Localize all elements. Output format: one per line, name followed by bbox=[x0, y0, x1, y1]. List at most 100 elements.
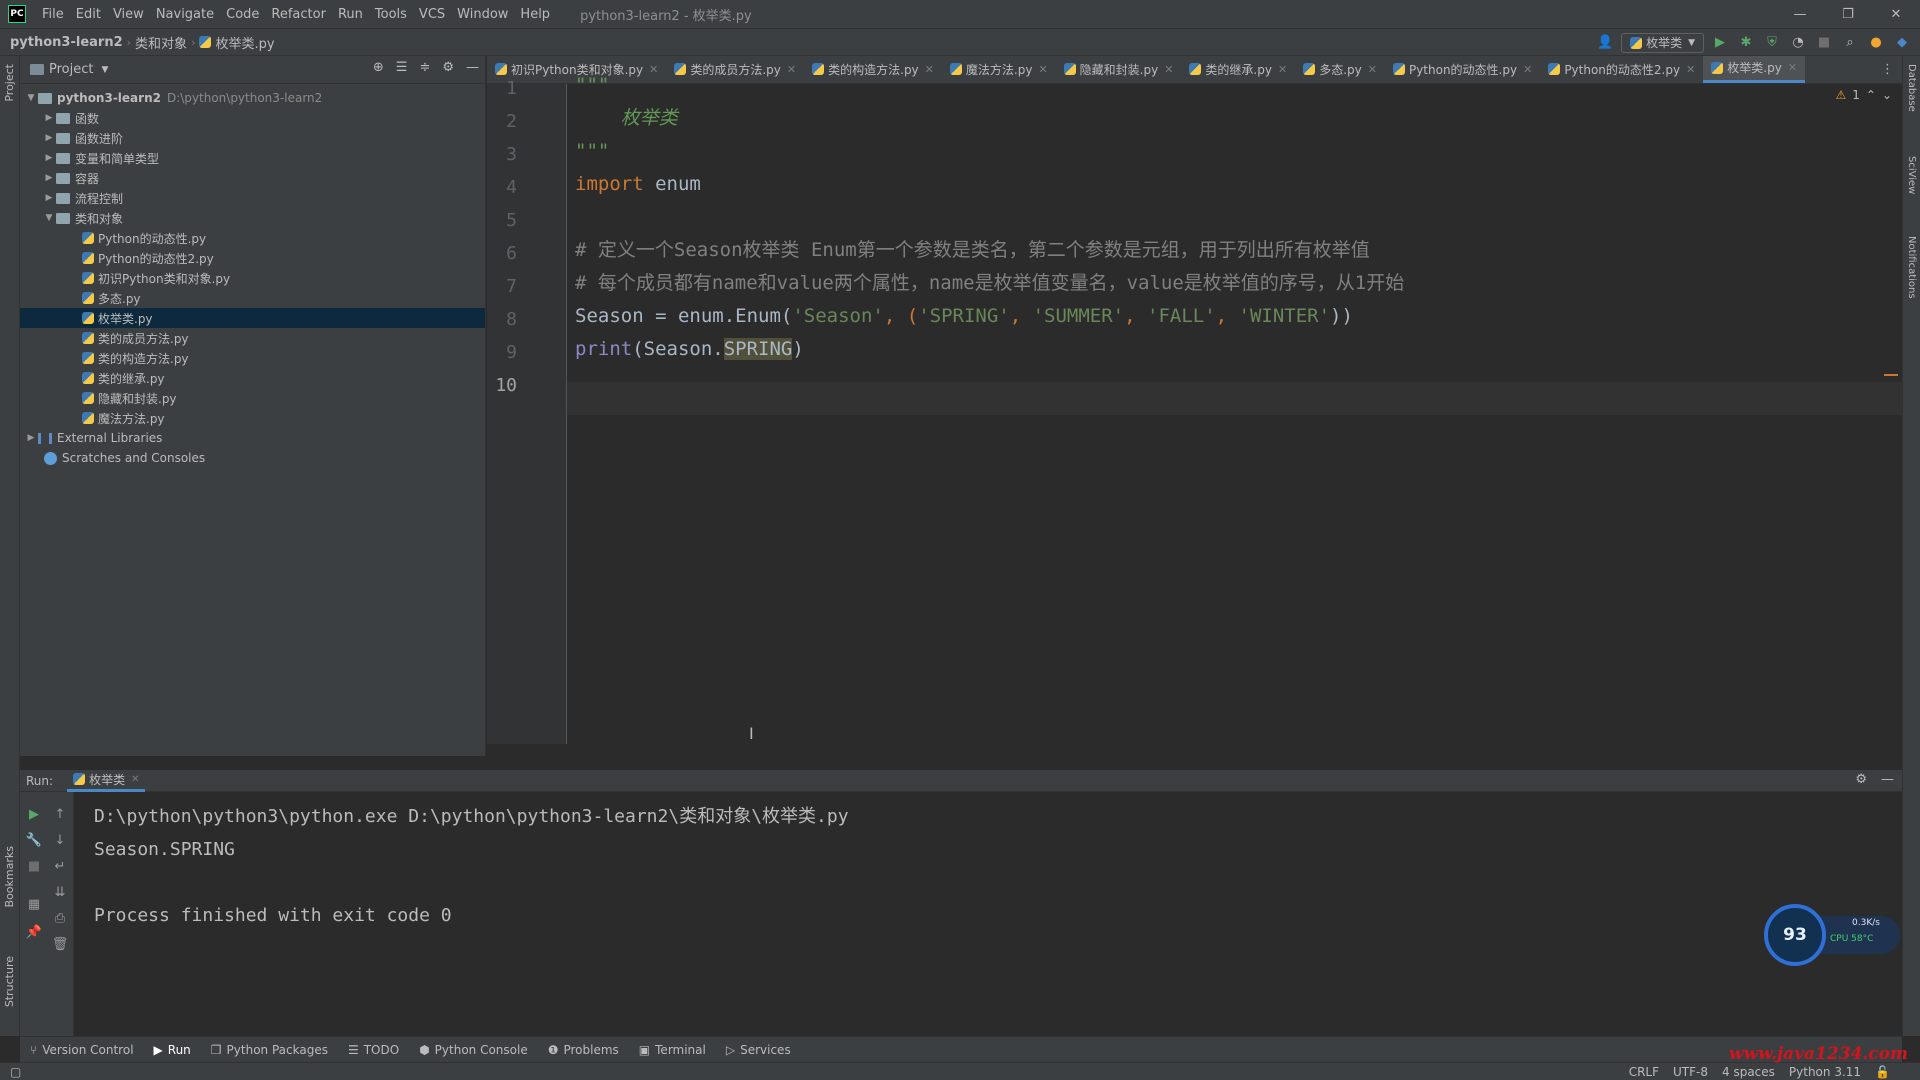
tree-file[interactable]: 类的成员方法.py bbox=[20, 328, 485, 348]
editor-tab[interactable]: Python的动态性.py ✕ bbox=[1385, 56, 1540, 83]
restore-icon[interactable]: ❐ bbox=[1824, 0, 1872, 28]
menu-run[interactable]: Run bbox=[332, 7, 369, 22]
breadcrumb-file[interactable]: 枚举类.py bbox=[195, 33, 278, 52]
soft-wrap-icon[interactable]: ↵ bbox=[52, 858, 68, 874]
tree-file[interactable]: 类的构造方法.py bbox=[20, 348, 485, 368]
pin-icon[interactable]: 📌 bbox=[26, 924, 42, 940]
collapse-all-icon[interactable]: ≑ bbox=[419, 60, 430, 75]
bookmarks-tool-button[interactable]: Bookmarks bbox=[3, 846, 16, 907]
lock-icon[interactable]: 🔓 bbox=[1875, 1065, 1890, 1079]
scrollbar-marker[interactable] bbox=[1884, 374, 1898, 376]
menu-window[interactable]: Window bbox=[451, 7, 514, 22]
chevron-right-icon[interactable]: ▶ bbox=[42, 153, 56, 163]
stop-icon[interactable]: ■ bbox=[26, 858, 42, 874]
sciview-tool-button[interactable]: SciView bbox=[1906, 156, 1917, 194]
notifications-tool-button[interactable]: Notifications bbox=[1906, 236, 1917, 299]
minimize-icon[interactable]: — bbox=[1776, 0, 1824, 28]
version-control-button[interactable]: ⑂ Version Control bbox=[20, 1043, 144, 1057]
editor-tab[interactable]: 类的成员方法.py ✕ bbox=[666, 56, 804, 83]
run-tool-button[interactable]: ▶ Run bbox=[144, 1043, 201, 1057]
search-icon[interactable]: ⌕ bbox=[1840, 33, 1860, 53]
editor-tab[interactable]: Python的动态性2.py ✕ bbox=[1540, 56, 1703, 83]
chevron-up-icon[interactable]: ⌃ bbox=[1866, 88, 1876, 102]
chevron-right-icon[interactable]: ▶ bbox=[24, 433, 38, 443]
more-tabs-icon[interactable]: ⋮ bbox=[1873, 56, 1902, 83]
close-tab-icon[interactable]: ✕ bbox=[649, 63, 658, 76]
tree-file[interactable]: 多态.py bbox=[20, 288, 485, 308]
problems-button[interactable]: ❶ Problems bbox=[538, 1043, 629, 1057]
tree-file[interactable]: 类的继承.py bbox=[20, 368, 485, 388]
terminal-button[interactable]: ▣ Terminal bbox=[629, 1043, 716, 1057]
chevron-right-icon[interactable]: ▶ bbox=[42, 193, 56, 203]
database-tool-button[interactable]: Database bbox=[1906, 64, 1917, 112]
tree-root[interactable]: ▼ python3-learn2 D:\python\python3-learn… bbox=[20, 88, 485, 108]
chevron-down-icon[interactable]: ▼ bbox=[42, 213, 56, 223]
profile-icon[interactable]: ◔ bbox=[1788, 33, 1808, 53]
close-tab-icon[interactable]: ✕ bbox=[787, 63, 796, 76]
python-interpreter[interactable]: Python 3.11 bbox=[1789, 1065, 1861, 1079]
locate-file-icon[interactable]: ⊕ bbox=[373, 60, 384, 75]
close-tab-icon[interactable]: ✕ bbox=[1523, 63, 1532, 76]
tree-file[interactable]: Python的动态性2.py bbox=[20, 248, 485, 268]
toggle-tool-windows-icon[interactable]: ▢ bbox=[10, 1065, 21, 1079]
chevron-down-icon[interactable]: ▼ bbox=[24, 93, 38, 103]
update-icon[interactable]: ● bbox=[1866, 33, 1886, 53]
scroll-to-end-icon[interactable]: ⇊ bbox=[52, 884, 68, 900]
code-editor[interactable]: 1 2 3 4 5 6 7 8 9 10 """ 枚举类 """ import … bbox=[487, 74, 1902, 744]
python-console-button[interactable]: ⬢ Python Console bbox=[409, 1043, 538, 1057]
tree-file[interactable]: 隐藏和封装.py bbox=[20, 388, 485, 408]
jetbrains-icon[interactable]: ◆ bbox=[1892, 33, 1912, 53]
chevron-right-icon[interactable]: ▶ bbox=[42, 113, 56, 123]
tree-folder[interactable]: ▶ 流程控制 bbox=[20, 188, 485, 208]
services-button[interactable]: ▷ Services bbox=[716, 1043, 801, 1057]
menu-file[interactable]: File bbox=[36, 7, 70, 22]
editor-tab[interactable]: 隐藏和封装.py ✕ bbox=[1056, 56, 1182, 83]
arrow-down-icon[interactable]: ↓ bbox=[52, 832, 68, 848]
run-configuration-select[interactable]: 枚举类 ▼ bbox=[1621, 32, 1704, 53]
tree-file[interactable]: Python的动态性.py bbox=[20, 228, 485, 248]
menu-help[interactable]: Help bbox=[514, 7, 556, 22]
project-tool-button[interactable]: Project bbox=[3, 64, 16, 102]
menu-edit[interactable]: Edit bbox=[70, 7, 107, 22]
run-tab[interactable]: 枚举类 ✕ bbox=[67, 770, 146, 792]
tree-file[interactable]: 魔法方法.py bbox=[20, 408, 485, 428]
breadcrumb-project[interactable]: python3-learn2 bbox=[0, 35, 127, 50]
console-output[interactable]: D:\python\python3\python.exe D:\python\p… bbox=[94, 800, 849, 932]
project-view-title[interactable]: Project bbox=[49, 62, 93, 77]
chevron-down-icon[interactable]: ⌄ bbox=[1882, 88, 1892, 102]
todo-button[interactable]: ☰ TODO bbox=[338, 1043, 409, 1057]
chevron-right-icon[interactable]: ▶ bbox=[42, 133, 56, 143]
expand-all-icon[interactable]: ☰ bbox=[396, 60, 408, 75]
menu-refactor[interactable]: Refactor bbox=[265, 7, 332, 22]
menu-navigate[interactable]: Navigate bbox=[150, 7, 220, 22]
arrow-up-icon[interactable]: ↑ bbox=[52, 806, 68, 822]
tree-folder[interactable]: ▶ 函数 bbox=[20, 108, 485, 128]
close-tab-icon[interactable]: ✕ bbox=[1038, 63, 1047, 76]
indent-setting[interactable]: 4 spaces bbox=[1722, 1065, 1775, 1079]
close-tab-icon[interactable]: ✕ bbox=[1788, 61, 1797, 74]
editor-tab[interactable]: 类的继承.py ✕ bbox=[1181, 56, 1295, 83]
gear-icon[interactable]: ⚙ bbox=[1855, 772, 1867, 787]
hide-panel-icon[interactable]: — bbox=[1881, 772, 1894, 787]
layout-icon[interactable]: ▦ bbox=[26, 896, 42, 912]
stop-icon[interactable]: ■ bbox=[1814, 33, 1834, 53]
tree-folder[interactable]: ▶ 容器 bbox=[20, 168, 485, 188]
debug-icon[interactable]: ✱ bbox=[1736, 33, 1756, 53]
rerun-icon[interactable]: ▶ bbox=[26, 806, 42, 822]
chevron-down-icon[interactable]: ▼ bbox=[101, 65, 108, 75]
close-tab-icon[interactable]: ✕ bbox=[1278, 63, 1287, 76]
coverage-icon[interactable]: ⛨ bbox=[1762, 33, 1782, 53]
close-icon[interactable]: ✕ bbox=[1872, 0, 1920, 28]
tree-file[interactable]: 初识Python类和对象.py bbox=[20, 268, 485, 288]
line-separator[interactable]: CRLF bbox=[1629, 1065, 1659, 1079]
wrench-icon[interactable]: 🔧 bbox=[26, 832, 42, 848]
editor-tab-active[interactable]: 枚举类.py ✕ bbox=[1703, 56, 1806, 83]
editor-tab[interactable]: 类的构造方法.py ✕ bbox=[804, 56, 942, 83]
menu-code[interactable]: Code bbox=[220, 7, 265, 22]
breadcrumb-folder[interactable]: 类和对象 bbox=[131, 33, 191, 52]
close-tab-icon[interactable]: ✕ bbox=[1368, 63, 1377, 76]
hide-panel-icon[interactable]: — bbox=[466, 60, 479, 75]
cpu-monitor-widget[interactable]: 93 0.3K/s CPU 58°C bbox=[1764, 904, 1902, 968]
menu-vcs[interactable]: VCS bbox=[413, 7, 451, 22]
tree-external-libraries[interactable]: ▶ External Libraries bbox=[20, 428, 485, 448]
